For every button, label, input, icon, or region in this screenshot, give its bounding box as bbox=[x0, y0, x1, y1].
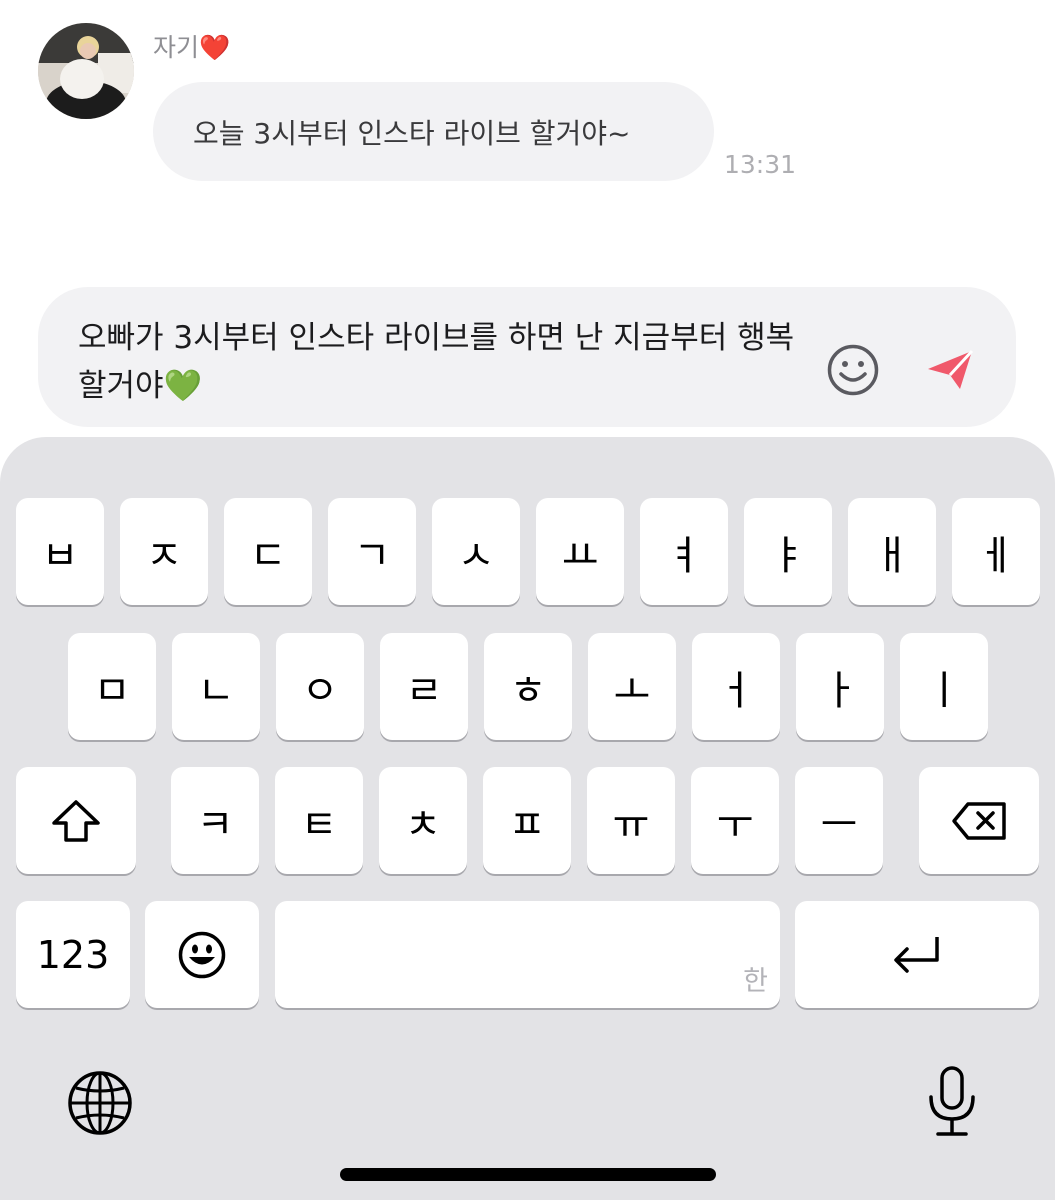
key-row3-4[interactable]: ㅠ bbox=[587, 767, 675, 874]
key-label: ㅗ bbox=[613, 667, 651, 714]
return-key[interactable] bbox=[795, 901, 1039, 1008]
key-label: ㅎ bbox=[509, 667, 547, 714]
key-row1-6[interactable]: ㅕ bbox=[640, 498, 728, 605]
key-label: ㅍ bbox=[508, 801, 546, 848]
key-row3-6[interactable]: ㅡ bbox=[795, 767, 883, 874]
key-label: ㅣ bbox=[925, 667, 963, 714]
key-label: ㅂ bbox=[41, 532, 79, 579]
key-label: ㅊ bbox=[404, 801, 442, 848]
key-row3-3[interactable]: ㅍ bbox=[483, 767, 571, 874]
sender-name: 자기❤️ bbox=[153, 33, 231, 62]
message-compose-field[interactable]: 오빠가 3시부터 인스타 라이브를 하면 난 지금부터 행복할거야💚 bbox=[38, 287, 1016, 427]
key-row1-4[interactable]: ㅅ bbox=[432, 498, 520, 605]
key-label: ㄴ bbox=[197, 667, 235, 714]
key-row2-1[interactable]: ㄴ bbox=[172, 633, 260, 740]
key-row1-8[interactable]: ㅐ bbox=[848, 498, 936, 605]
key-label: ㄱ bbox=[353, 532, 391, 579]
key-label: ㅕ bbox=[665, 532, 703, 579]
message-timestamp: 13:31 bbox=[724, 150, 797, 179]
compose-text[interactable]: 오빠가 3시부터 인스타 라이브를 하면 난 지금부터 행복할거야💚 bbox=[78, 314, 808, 410]
home-indicator[interactable] bbox=[340, 1168, 716, 1181]
key-label: ㅐ bbox=[873, 532, 911, 579]
return-arrow-icon bbox=[894, 936, 939, 973]
key-row3-1[interactable]: ㅌ bbox=[275, 767, 363, 874]
key-row1-0[interactable]: ㅂ bbox=[16, 498, 104, 605]
key-row1-9[interactable]: ㅔ bbox=[952, 498, 1040, 605]
key-label: ㅅ bbox=[457, 532, 495, 579]
key-row1-5[interactable]: ㅛ bbox=[536, 498, 624, 605]
key-row3-0[interactable]: ㅋ bbox=[171, 767, 259, 874]
key-label: ㄹ bbox=[405, 667, 443, 714]
globe-icon[interactable] bbox=[67, 1070, 133, 1136]
message-text: 오늘 3시부터 인스타 라이브 할거야~ bbox=[193, 116, 631, 150]
key-label: ㅛ bbox=[561, 532, 599, 579]
key-label: ㄷ bbox=[249, 532, 287, 579]
key-row2-3[interactable]: ㄹ bbox=[380, 633, 468, 740]
key-label: ㅡ bbox=[820, 801, 858, 848]
key-label: ㅌ bbox=[300, 801, 338, 848]
numbers-key[interactable]: 123 bbox=[16, 901, 130, 1008]
key-row2-6[interactable]: ㅓ bbox=[692, 633, 780, 740]
key-row2-2[interactable]: ㅇ bbox=[276, 633, 364, 740]
key-label: ㅑ bbox=[769, 532, 807, 579]
shift-key[interactable] bbox=[16, 767, 136, 874]
key-row1-2[interactable]: ㄷ bbox=[224, 498, 312, 605]
key-row3-2[interactable]: ㅊ bbox=[379, 767, 467, 874]
key-label: ㅈ bbox=[145, 532, 183, 579]
delete-key[interactable] bbox=[919, 767, 1039, 874]
key-row1-3[interactable]: ㄱ bbox=[328, 498, 416, 605]
key-label: ㅔ bbox=[977, 532, 1015, 579]
key-label: ㅋ bbox=[196, 801, 234, 848]
key-row2-8[interactable]: ㅣ bbox=[900, 633, 988, 740]
space-key[interactable]: 한 bbox=[275, 901, 780, 1008]
key-row2-4[interactable]: ㅎ bbox=[484, 633, 572, 740]
key-label: ㅜ bbox=[716, 801, 754, 848]
numbers-key-label: 123 bbox=[36, 932, 110, 977]
key-label: ㅇ bbox=[301, 667, 339, 714]
emoji-key[interactable] bbox=[145, 901, 259, 1008]
key-label: ㅏ bbox=[821, 667, 859, 714]
emoji-face-icon bbox=[178, 931, 226, 978]
key-row2-5[interactable]: ㅗ bbox=[588, 633, 676, 740]
key-row2-0[interactable]: ㅁ bbox=[68, 633, 156, 740]
contact-avatar[interactable] bbox=[38, 23, 134, 119]
space-hint: 한 bbox=[743, 966, 768, 997]
key-label: ㅓ bbox=[717, 667, 755, 714]
microphone-icon[interactable] bbox=[924, 1065, 980, 1139]
avatar-photo bbox=[38, 23, 134, 119]
key-row1-1[interactable]: ㅈ bbox=[120, 498, 208, 605]
backspace-icon bbox=[952, 801, 1006, 840]
incoming-message-bubble[interactable]: 오늘 3시부터 인스타 라이브 할거야~ bbox=[153, 82, 714, 181]
key-label: ㅁ bbox=[93, 667, 131, 714]
korean-keyboard: ㅂ ㅈ ㄷ ㄱ ㅅ ㅛ ㅕ ㅑ ㅐ ㅔㅁ ㄴ ㅇ ㄹ ㅎ ㅗ ㅓ ㅏ ㅣㅋ ㅌ ㅊ ㅍ ㅠ ㅜ ㅡ 123 한 bbox=[0, 437, 1055, 1200]
send-button[interactable] bbox=[924, 343, 978, 397]
key-row2-7[interactable]: ㅏ bbox=[796, 633, 884, 740]
key-label: ㅠ bbox=[612, 801, 650, 848]
smiley-icon[interactable] bbox=[826, 343, 880, 397]
key-row1-7[interactable]: ㅑ bbox=[744, 498, 832, 605]
paper-plane-icon bbox=[928, 349, 974, 389]
shift-arrow-icon bbox=[52, 799, 100, 842]
key-row3-5[interactable]: ㅜ bbox=[691, 767, 779, 874]
